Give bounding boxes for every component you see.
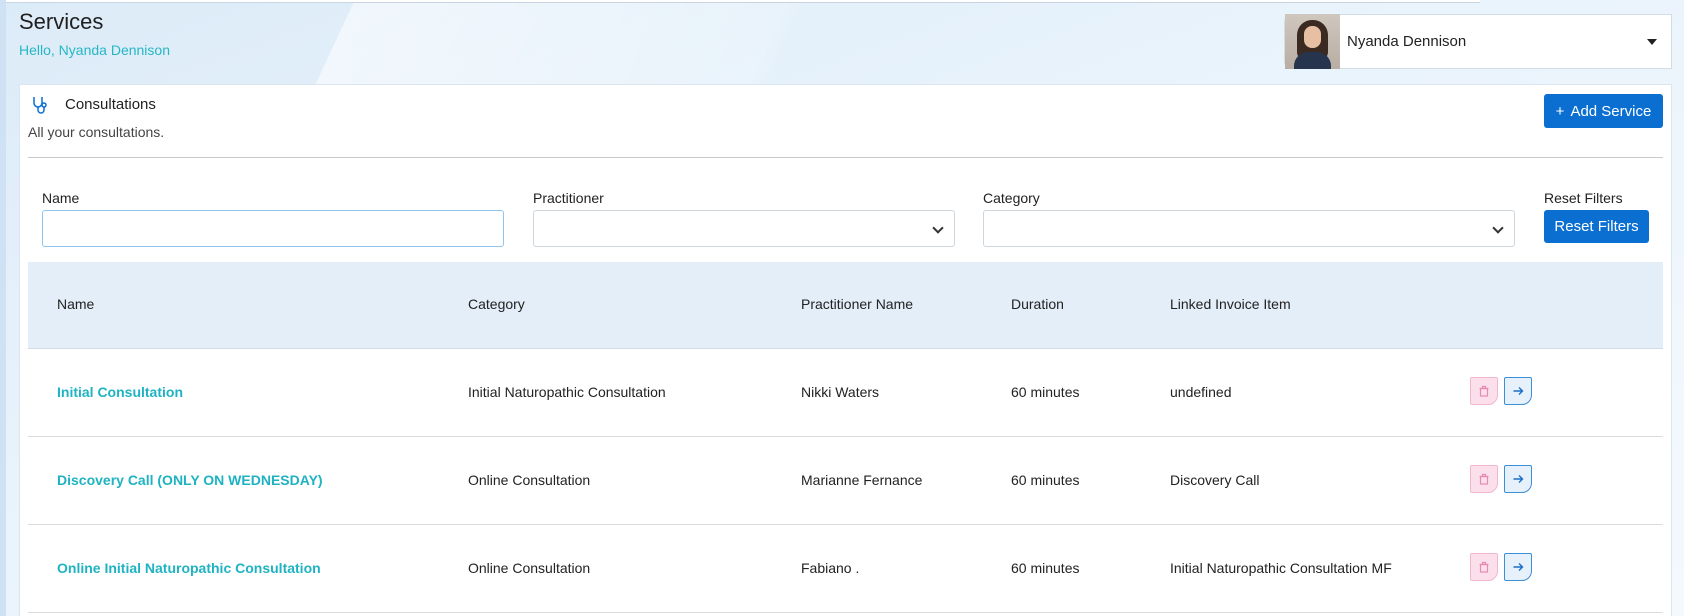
- duration-cell: 60 minutes: [1011, 560, 1080, 576]
- open-button[interactable]: [1504, 553, 1532, 581]
- practitioner-filter-label: Practitioner: [533, 190, 604, 206]
- service-name-link[interactable]: Online Initial Naturopathic Consultation: [57, 560, 321, 576]
- stethoscope-icon: [33, 97, 47, 114]
- column-header-invoice-item: Linked Invoice Item: [1170, 296, 1291, 312]
- avatar: [1285, 14, 1340, 69]
- table-row: Discovery Call (ONLY ON WEDNESDAY) Onlin…: [28, 437, 1663, 525]
- name-filter-label: Name: [42, 190, 80, 206]
- arrow-right-icon: [1513, 475, 1524, 483]
- practitioner-cell: Fabiano .: [801, 560, 860, 576]
- user-name: Nyanda Dennison: [1347, 33, 1467, 50]
- open-button[interactable]: [1504, 465, 1532, 493]
- table-header: Name Category Practitioner Name Duration…: [28, 262, 1663, 349]
- service-name-link[interactable]: Discovery Call (ONLY ON WEDNESDAY): [57, 472, 323, 488]
- add-service-label: Add Service: [1570, 102, 1652, 120]
- left-edge: [0, 0, 6, 616]
- section-subtitle: All your consultations.: [28, 124, 165, 140]
- add-service-button[interactable]: + Add Service: [1544, 94, 1663, 128]
- top-bar: [0, 0, 1480, 3]
- plus-icon: +: [1555, 102, 1565, 120]
- practitioner-cell: Nikki Waters: [801, 384, 880, 400]
- reset-filters-button[interactable]: Reset Filters: [1544, 210, 1649, 243]
- category-cell: Online Consultation: [468, 560, 591, 576]
- column-header-category: Category: [468, 296, 525, 312]
- service-name-link[interactable]: Initial Consultation: [57, 384, 183, 400]
- delete-button[interactable]: [1470, 377, 1498, 405]
- column-header-name: Name: [57, 296, 95, 312]
- caret-down-icon[interactable]: [1647, 38, 1657, 45]
- invoice-item-cell: Discovery Call: [1170, 472, 1260, 488]
- user-menu[interactable]: Nyanda Dennison: [1284, 14, 1672, 69]
- invoice-item-cell: undefined: [1170, 384, 1232, 400]
- column-header-practitioner: Practitioner Name: [801, 296, 914, 312]
- practitioner-cell: Marianne Fernance: [801, 472, 923, 488]
- category-cell: Online Consultation: [468, 472, 591, 488]
- section-title: Consultations: [65, 96, 156, 113]
- arrow-right-icon: [1513, 387, 1524, 395]
- page-title: Services: [19, 9, 104, 34]
- chevron-down-icon: [1492, 222, 1504, 234]
- delete-button[interactable]: [1470, 465, 1498, 493]
- chevron-down-icon: [932, 222, 944, 234]
- trash-icon: [1479, 561, 1489, 573]
- invoice-item-cell: Initial Naturopathic Consultation MF: [1170, 560, 1392, 576]
- trash-icon: [1479, 473, 1489, 485]
- open-button[interactable]: [1504, 377, 1532, 405]
- greeting-text: Hello, Nyanda Dennison: [19, 42, 170, 58]
- consultations-card: Consultations All your consultations. + …: [19, 84, 1672, 616]
- arrow-right-icon: [1513, 563, 1524, 571]
- divider: [28, 157, 1663, 158]
- delete-button[interactable]: [1470, 553, 1498, 581]
- table-row: Online Initial Naturopathic Consultation…: [28, 525, 1663, 613]
- category-filter-label: Category: [983, 190, 1040, 206]
- name-filter-input[interactable]: [42, 210, 504, 247]
- duration-cell: 60 minutes: [1011, 472, 1080, 488]
- table-row: Initial Consultation Initial Naturopathi…: [28, 349, 1663, 437]
- category-select[interactable]: [983, 210, 1515, 247]
- trash-icon: [1479, 385, 1489, 397]
- reset-filters-label: Reset Filters: [1544, 190, 1623, 206]
- practitioner-select[interactable]: [533, 210, 955, 247]
- column-header-duration: Duration: [1011, 296, 1064, 312]
- duration-cell: 60 minutes: [1011, 384, 1080, 400]
- category-cell: Initial Naturopathic Consultation: [468, 384, 666, 400]
